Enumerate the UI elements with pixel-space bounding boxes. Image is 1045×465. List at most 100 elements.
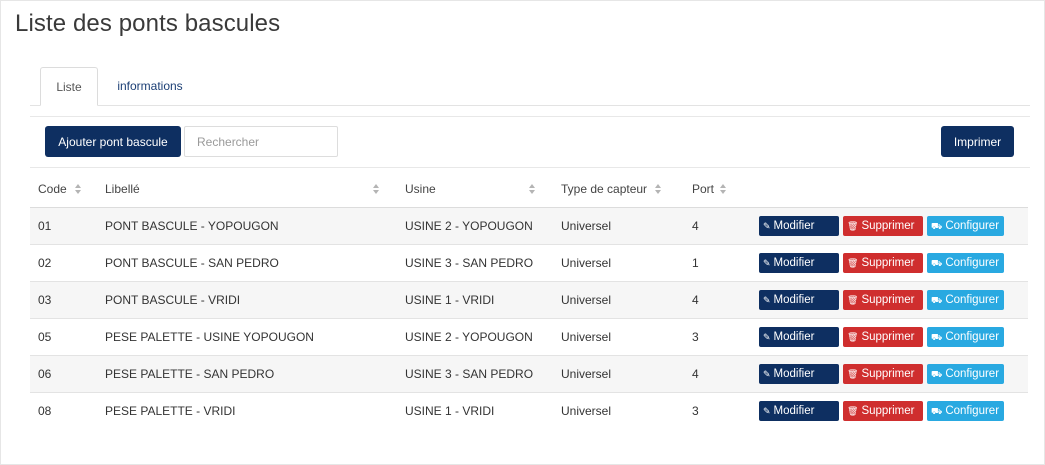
column-label: Port xyxy=(692,181,715,196)
column-header-code[interactable]: Code xyxy=(30,171,97,208)
edit-button[interactable]: ✎ Modifier xyxy=(759,400,839,421)
configure-button[interactable]: ⛟ Configurer xyxy=(927,215,1004,236)
edit-icon: ✎ xyxy=(763,294,771,305)
sort-icon[interactable] xyxy=(655,184,662,195)
cell-port: 3 xyxy=(684,391,744,429)
tab-liste[interactable]: Liste xyxy=(40,67,98,106)
cell-usine: USINE 1 - VRIDI xyxy=(397,391,553,429)
trash-icon: 🗑 xyxy=(847,331,859,342)
cell-type: Universel xyxy=(553,391,684,429)
cell-usine: USINE 3 - SAN PEDRO xyxy=(397,243,553,281)
delete-label: Supprimer xyxy=(861,330,915,343)
configure-label: Configurer xyxy=(945,367,1000,380)
add-weighbridge-button[interactable]: Ajouter pont bascule xyxy=(45,126,181,157)
configure-button[interactable]: ⛟ Configurer xyxy=(927,363,1004,384)
column-header-type[interactable]: Type de capteur xyxy=(553,171,684,208)
edit-label: Modifier xyxy=(773,367,815,380)
delete-button[interactable]: 🗑 Supprimer xyxy=(843,252,923,273)
table-row: 03 PONT BASCULE - VRIDI USINE 1 - VRIDI … xyxy=(30,280,1028,318)
truck-icon: ⛟ xyxy=(931,405,943,416)
edit-icon: ✎ xyxy=(763,220,771,231)
edit-button[interactable]: ✎ Modifier xyxy=(759,363,839,384)
cell-actions: ✎ Modifier 🗑 Supprimer ⛟ Configurer xyxy=(744,206,1028,244)
sort-icon[interactable] xyxy=(373,184,380,195)
edit-label: Modifier xyxy=(773,330,815,343)
truck-icon: ⛟ xyxy=(931,331,943,342)
cell-libelle: PESE PALETTE - SAN PEDRO xyxy=(97,354,397,392)
configure-button[interactable]: ⛟ Configurer xyxy=(927,400,1004,421)
sort-icon[interactable] xyxy=(720,184,727,195)
table-row: 02 PONT BASCULE - SAN PEDRO USINE 3 - SA… xyxy=(30,243,1028,281)
cell-libelle: PONT BASCULE - VRIDI xyxy=(97,280,397,318)
cell-port: 4 xyxy=(684,206,744,244)
cell-libelle: PESE PALETTE - VRIDI xyxy=(97,391,397,429)
edit-icon: ✎ xyxy=(763,331,771,342)
trash-icon: 🗑 xyxy=(847,294,859,305)
search-input[interactable] xyxy=(184,126,338,157)
delete-button[interactable]: 🗑 Supprimer xyxy=(843,289,923,310)
cell-port: 4 xyxy=(684,280,744,318)
column-label: Libellé xyxy=(105,181,140,196)
delete-label: Supprimer xyxy=(861,256,915,269)
edit-button[interactable]: ✎ Modifier xyxy=(759,252,839,273)
truck-icon: ⛟ xyxy=(931,220,943,231)
truck-icon: ⛟ xyxy=(931,257,943,268)
configure-button[interactable]: ⛟ Configurer xyxy=(927,252,1004,273)
cell-usine: USINE 1 - VRIDI xyxy=(397,280,553,318)
configure-label: Configurer xyxy=(945,330,1000,343)
delete-button[interactable]: 🗑 Supprimer xyxy=(843,400,923,421)
cell-actions: ✎ Modifier 🗑 Supprimer ⛟ Configurer xyxy=(744,317,1028,355)
trash-icon: 🗑 xyxy=(847,257,859,268)
column-label: Usine xyxy=(405,181,436,196)
divider xyxy=(30,116,1030,117)
sort-icon[interactable] xyxy=(75,184,82,195)
delete-label: Supprimer xyxy=(861,293,915,306)
delete-label: Supprimer xyxy=(861,219,915,232)
edit-label: Modifier xyxy=(773,404,815,417)
column-header-libelle[interactable]: Libellé xyxy=(97,171,397,208)
delete-button[interactable]: 🗑 Supprimer xyxy=(843,363,923,384)
configure-button[interactable]: ⛟ Configurer xyxy=(927,326,1004,347)
table-row: 05 PESE PALETTE - USINE YOPOUGON USINE 2… xyxy=(30,317,1028,355)
column-header-usine[interactable]: Usine xyxy=(397,171,553,208)
configure-label: Configurer xyxy=(945,404,1000,417)
edit-label: Modifier xyxy=(773,293,815,306)
trash-icon: 🗑 xyxy=(847,368,859,379)
cell-type: Universel xyxy=(553,354,684,392)
cell-type: Universel xyxy=(553,280,684,318)
edit-button[interactable]: ✎ Modifier xyxy=(759,289,839,310)
edit-icon: ✎ xyxy=(763,405,771,416)
cell-actions: ✎ Modifier 🗑 Supprimer ⛟ Configurer xyxy=(744,280,1028,318)
cell-code: 03 xyxy=(30,280,97,318)
truck-icon: ⛟ xyxy=(931,368,943,379)
delete-button[interactable]: 🗑 Supprimer xyxy=(843,215,923,236)
page-title: Liste des ponts bascules xyxy=(15,10,281,37)
configure-label: Configurer xyxy=(945,256,1000,269)
cell-type: Universel xyxy=(553,243,684,281)
cell-libelle: PESE PALETTE - USINE YOPOUGON xyxy=(97,317,397,355)
edit-icon: ✎ xyxy=(763,368,771,379)
configure-label: Configurer xyxy=(945,219,1000,232)
tab-informations[interactable]: informations xyxy=(112,67,188,106)
weighbridge-table: Code Libellé Usine Type de capteur Port xyxy=(30,171,1028,429)
cell-port: 3 xyxy=(684,317,744,355)
cell-actions: ✎ Modifier 🗑 Supprimer ⛟ Configurer xyxy=(744,243,1028,281)
column-header-port[interactable]: Port xyxy=(684,171,744,208)
cell-port: 4 xyxy=(684,354,744,392)
edit-button[interactable]: ✎ Modifier xyxy=(759,215,839,236)
edit-icon: ✎ xyxy=(763,257,771,268)
cell-libelle: PONT BASCULE - YOPOUGON xyxy=(97,206,397,244)
sort-icon[interactable] xyxy=(529,184,536,195)
edit-label: Modifier xyxy=(773,219,815,232)
delete-button[interactable]: 🗑 Supprimer xyxy=(843,326,923,347)
edit-button[interactable]: ✎ Modifier xyxy=(759,326,839,347)
trash-icon: 🗑 xyxy=(847,220,859,231)
delete-label: Supprimer xyxy=(861,404,915,417)
configure-button[interactable]: ⛟ Configurer xyxy=(927,289,1004,310)
column-label: Code xyxy=(38,181,67,196)
divider xyxy=(30,167,1030,168)
table-row: 01 PONT BASCULE - YOPOUGON USINE 2 - YOP… xyxy=(30,206,1028,244)
print-button[interactable]: Imprimer xyxy=(941,126,1014,157)
truck-icon: ⛟ xyxy=(931,294,943,305)
cell-code: 06 xyxy=(30,354,97,392)
